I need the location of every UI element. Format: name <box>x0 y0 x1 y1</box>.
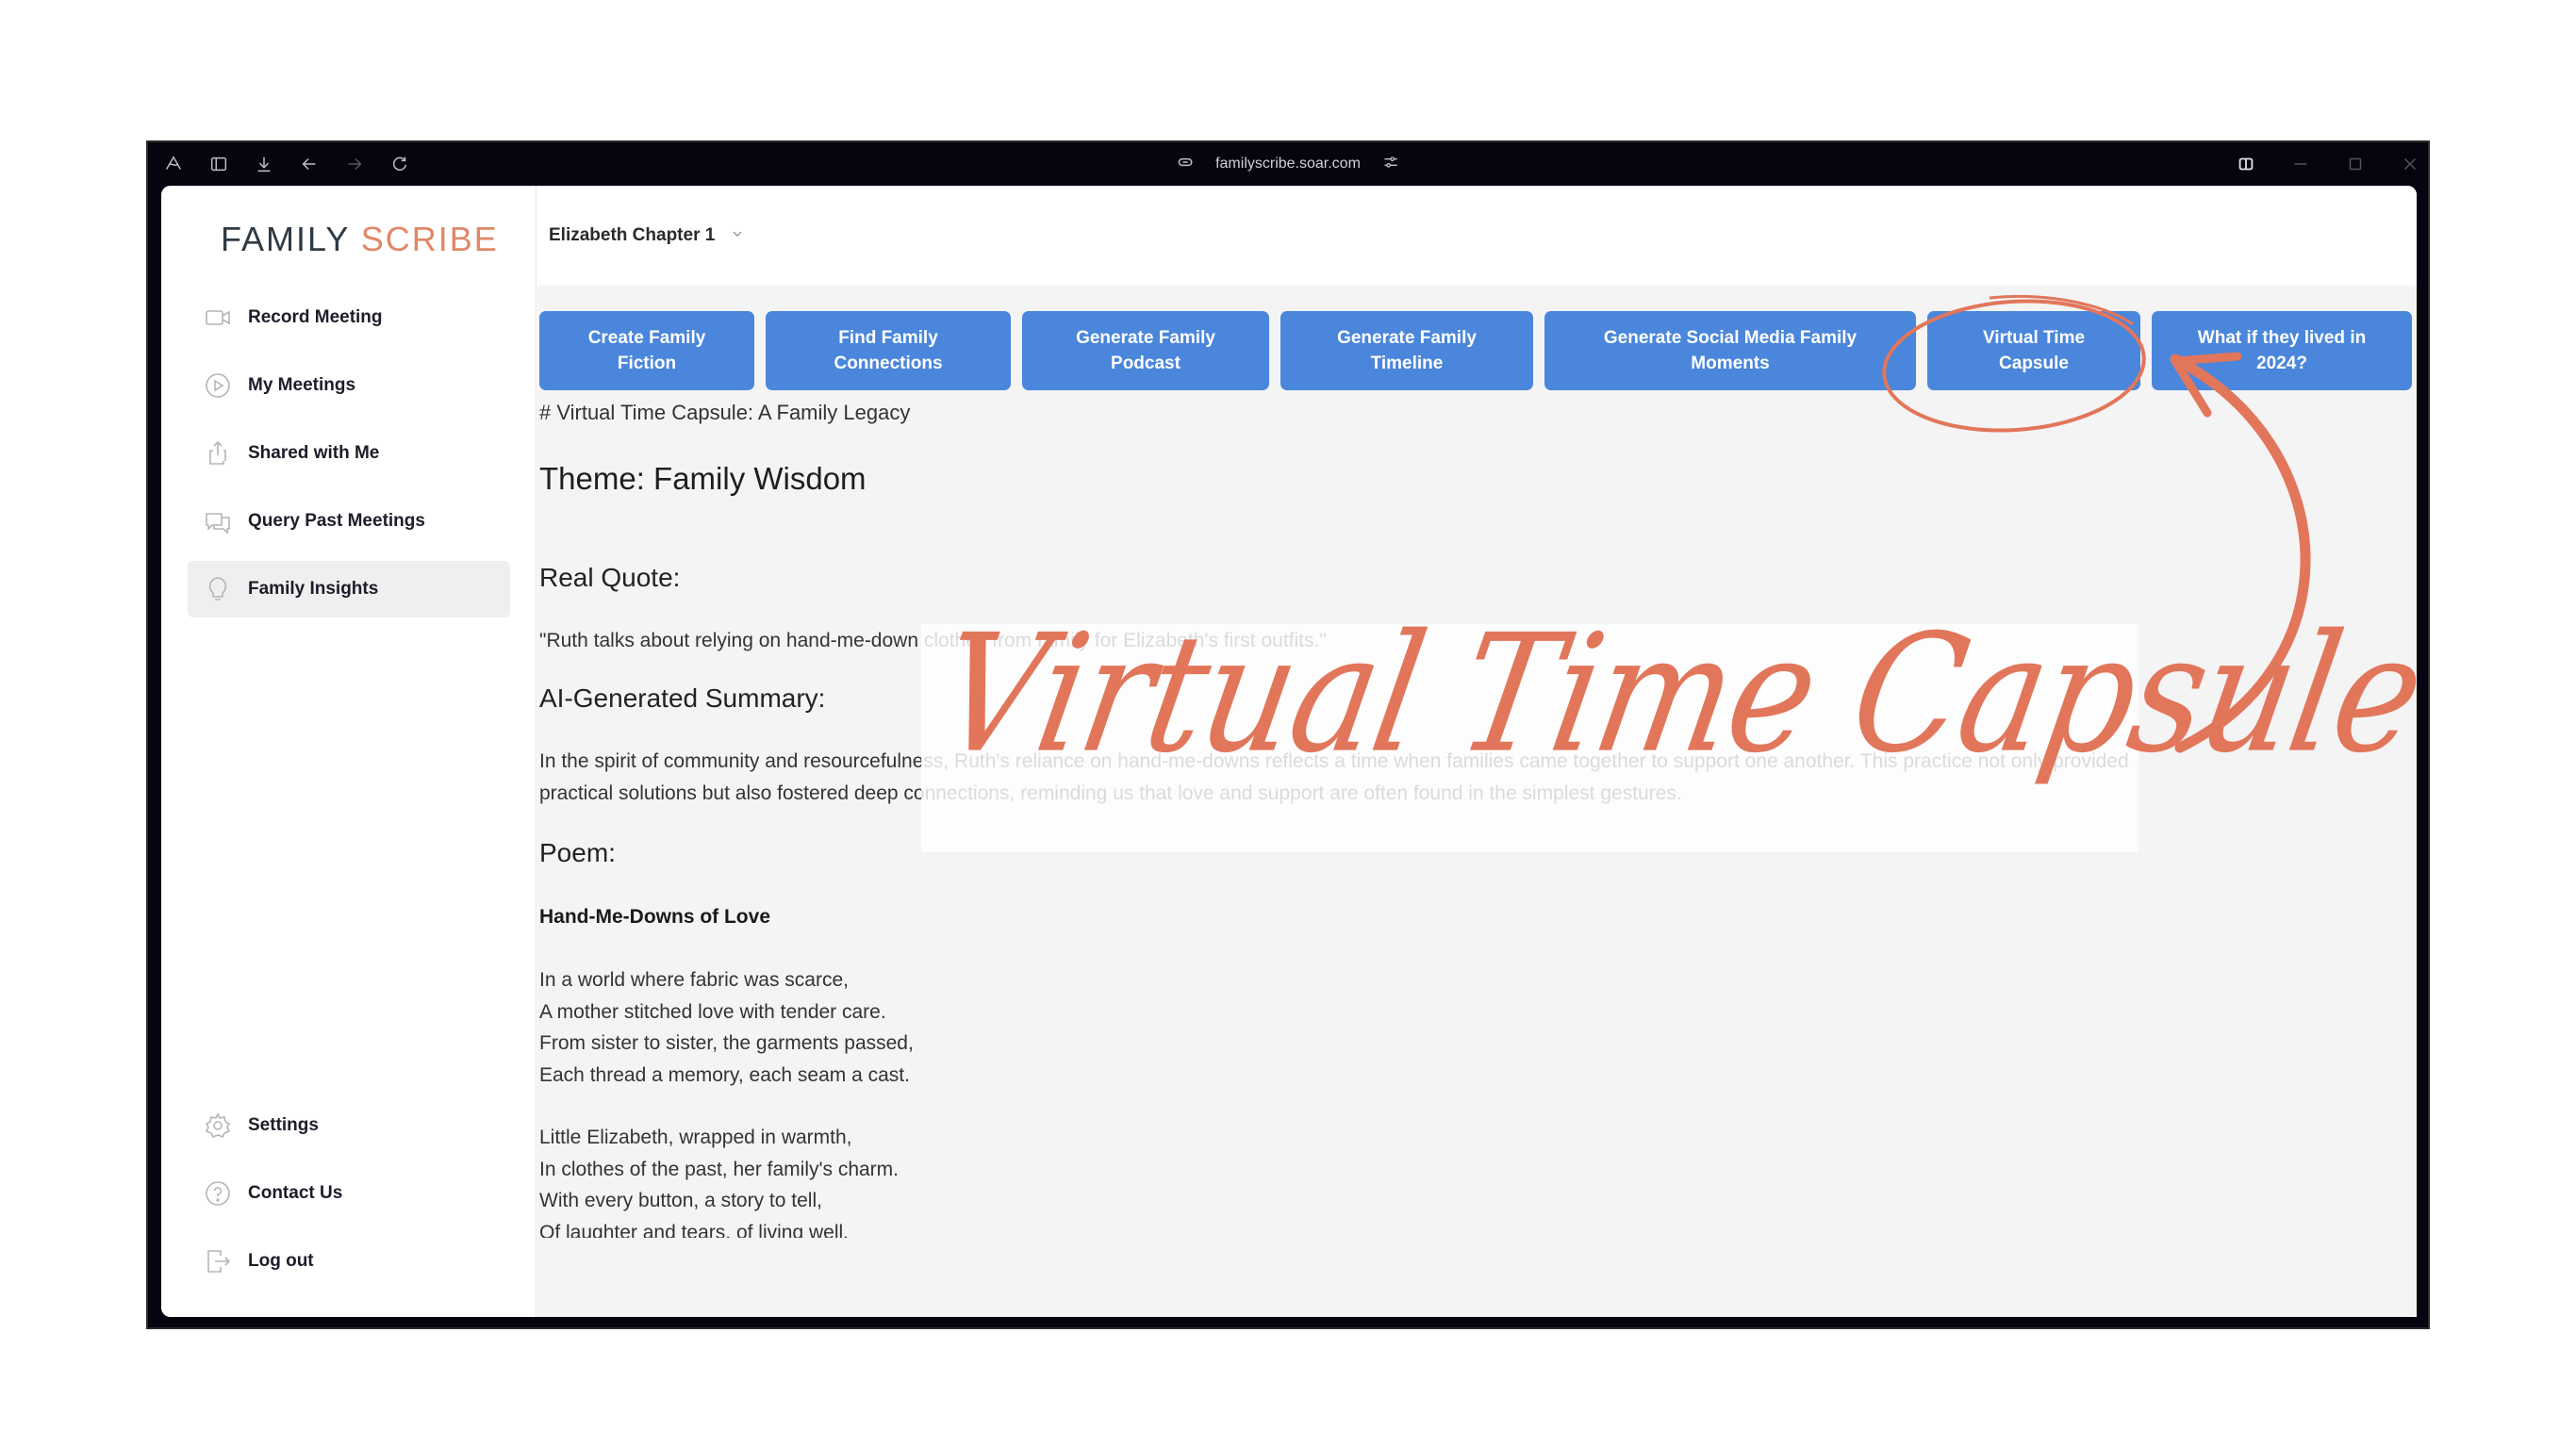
split-view-icon[interactable] <box>2234 152 2258 176</box>
url-text[interactable]: familyscribe.soar.com <box>1215 156 1361 173</box>
sidebar-item-label: Contact Us <box>248 1183 343 1203</box>
reload-icon[interactable] <box>388 152 412 176</box>
poem-line: Little Elizabeth, wrapped in warmth, <box>539 1127 852 1148</box>
sidebar-item-label: Record Meeting <box>248 307 383 327</box>
chapter-header: Elizabeth Chapter 1 <box>537 186 2417 286</box>
forward-icon[interactable] <box>342 152 367 176</box>
chevron-down-icon[interactable] <box>730 226 745 246</box>
generate-social-media-moments-button[interactable]: Generate Social Media Family Moments <box>1544 311 1916 390</box>
sidebar-item-query-past-meetings[interactable]: Query Past Meetings <box>188 493 510 550</box>
sidebar-item-label: Family Insights <box>248 579 379 599</box>
sidebar-item-label: Log out <box>248 1251 314 1271</box>
lightbulb-icon <box>208 577 227 601</box>
minimize-icon[interactable] <box>2288 152 2313 176</box>
maximize-icon[interactable] <box>2343 152 2368 176</box>
sidebar-item-label: Shared with Me <box>248 443 380 463</box>
poem-stanza: In a world where fabric was scarce, A mo… <box>539 964 2379 1091</box>
sidebar-item-label: My Meetings <box>248 375 356 395</box>
browser-titlebar: familyscribe.soar.com <box>148 142 2428 186</box>
close-icon[interactable] <box>2398 152 2422 176</box>
poem-line: A mother stitched love with tender care. <box>539 1000 886 1023</box>
sidebar-item-my-meetings[interactable]: My Meetings <box>188 357 510 414</box>
generate-family-timeline-button[interactable]: Generate Family Timeline <box>1280 311 1533 390</box>
site-settings-icon[interactable] <box>1381 153 1400 176</box>
chapter-select[interactable]: Elizabeth Chapter 1 <box>549 225 715 246</box>
gear-icon <box>205 1112 231 1139</box>
sidebar-item-shared-with-me[interactable]: Shared with Me <box>188 425 510 482</box>
virtual-time-capsule-button[interactable]: Virtual Time Capsule <box>1927 311 2140 390</box>
sidebar-item-family-insights[interactable]: Family Insights <box>188 561 510 617</box>
poem-stanza: Little Elizabeth, wrapped in warmth, In … <box>539 1122 2379 1238</box>
create-family-fiction-button[interactable]: Create Family Fiction <box>539 311 754 390</box>
play-circle-icon <box>206 373 230 398</box>
find-family-connections-button[interactable]: Find Family Connections <box>766 311 1011 390</box>
sidebar-item-record-meeting[interactable]: Record Meeting <box>188 289 510 346</box>
sidebar-item-contact-us[interactable]: Contact Us <box>188 1165 510 1222</box>
sidebar-item-label: Settings <box>248 1115 319 1135</box>
poem-title: Hand-Me-Downs of Love <box>539 906 770 928</box>
sidebar-toggle-icon[interactable] <box>206 152 231 176</box>
video-camera-icon <box>206 310 230 325</box>
share-icon <box>209 440 226 465</box>
poem-line: Each thread a memory, each seam a cast. <box>539 1063 910 1086</box>
sidebar-item-log-out[interactable]: Log out <box>188 1233 510 1290</box>
annotation-title: Virtual Time Capsule <box>926 600 2436 790</box>
app-logo-icon[interactable] <box>161 152 186 176</box>
chat-bubbles-icon <box>206 513 230 535</box>
logo[interactable]: FAMILY SCRIBE <box>221 220 499 259</box>
poem-line: In a world where fabric was scarce, <box>539 969 849 991</box>
address-bar[interactable]: familyscribe.soar.com <box>1176 142 1400 186</box>
sidebar: FAMILY SCRIBE Record Meeting My Meetings… <box>161 186 537 1317</box>
sidebar-item-settings[interactable]: Settings <box>188 1097 510 1154</box>
action-buttons: Create Family Fiction Find Family Connecti… <box>539 311 2412 390</box>
poem-line: Of laughter and tears, of living well. <box>539 1221 850 1239</box>
markdown-heading: # Virtual Time Capsule: A Family Legacy <box>539 401 911 424</box>
generate-family-podcast-button[interactable]: Generate Family Podcast <box>1022 311 1269 390</box>
poem-line: From sister to sister, the garments pass… <box>539 1032 914 1054</box>
what-if-2024-button[interactable]: What if they lived in 2024? <box>2152 311 2412 390</box>
back-icon[interactable] <box>297 152 322 176</box>
theme-heading: Theme: Family Wisdom <box>539 461 867 496</box>
help-circle-icon <box>206 1181 230 1206</box>
download-icon[interactable] <box>252 152 276 176</box>
link-icon <box>1176 153 1195 176</box>
quote-heading: Real Quote: <box>539 563 681 592</box>
poem-line: With every button, a story to tell, <box>539 1190 822 1211</box>
sidebar-item-label: Query Past Meetings <box>248 511 425 531</box>
poem-line: In clothes of the past, her family's cha… <box>539 1158 900 1180</box>
logout-icon <box>207 1250 231 1273</box>
